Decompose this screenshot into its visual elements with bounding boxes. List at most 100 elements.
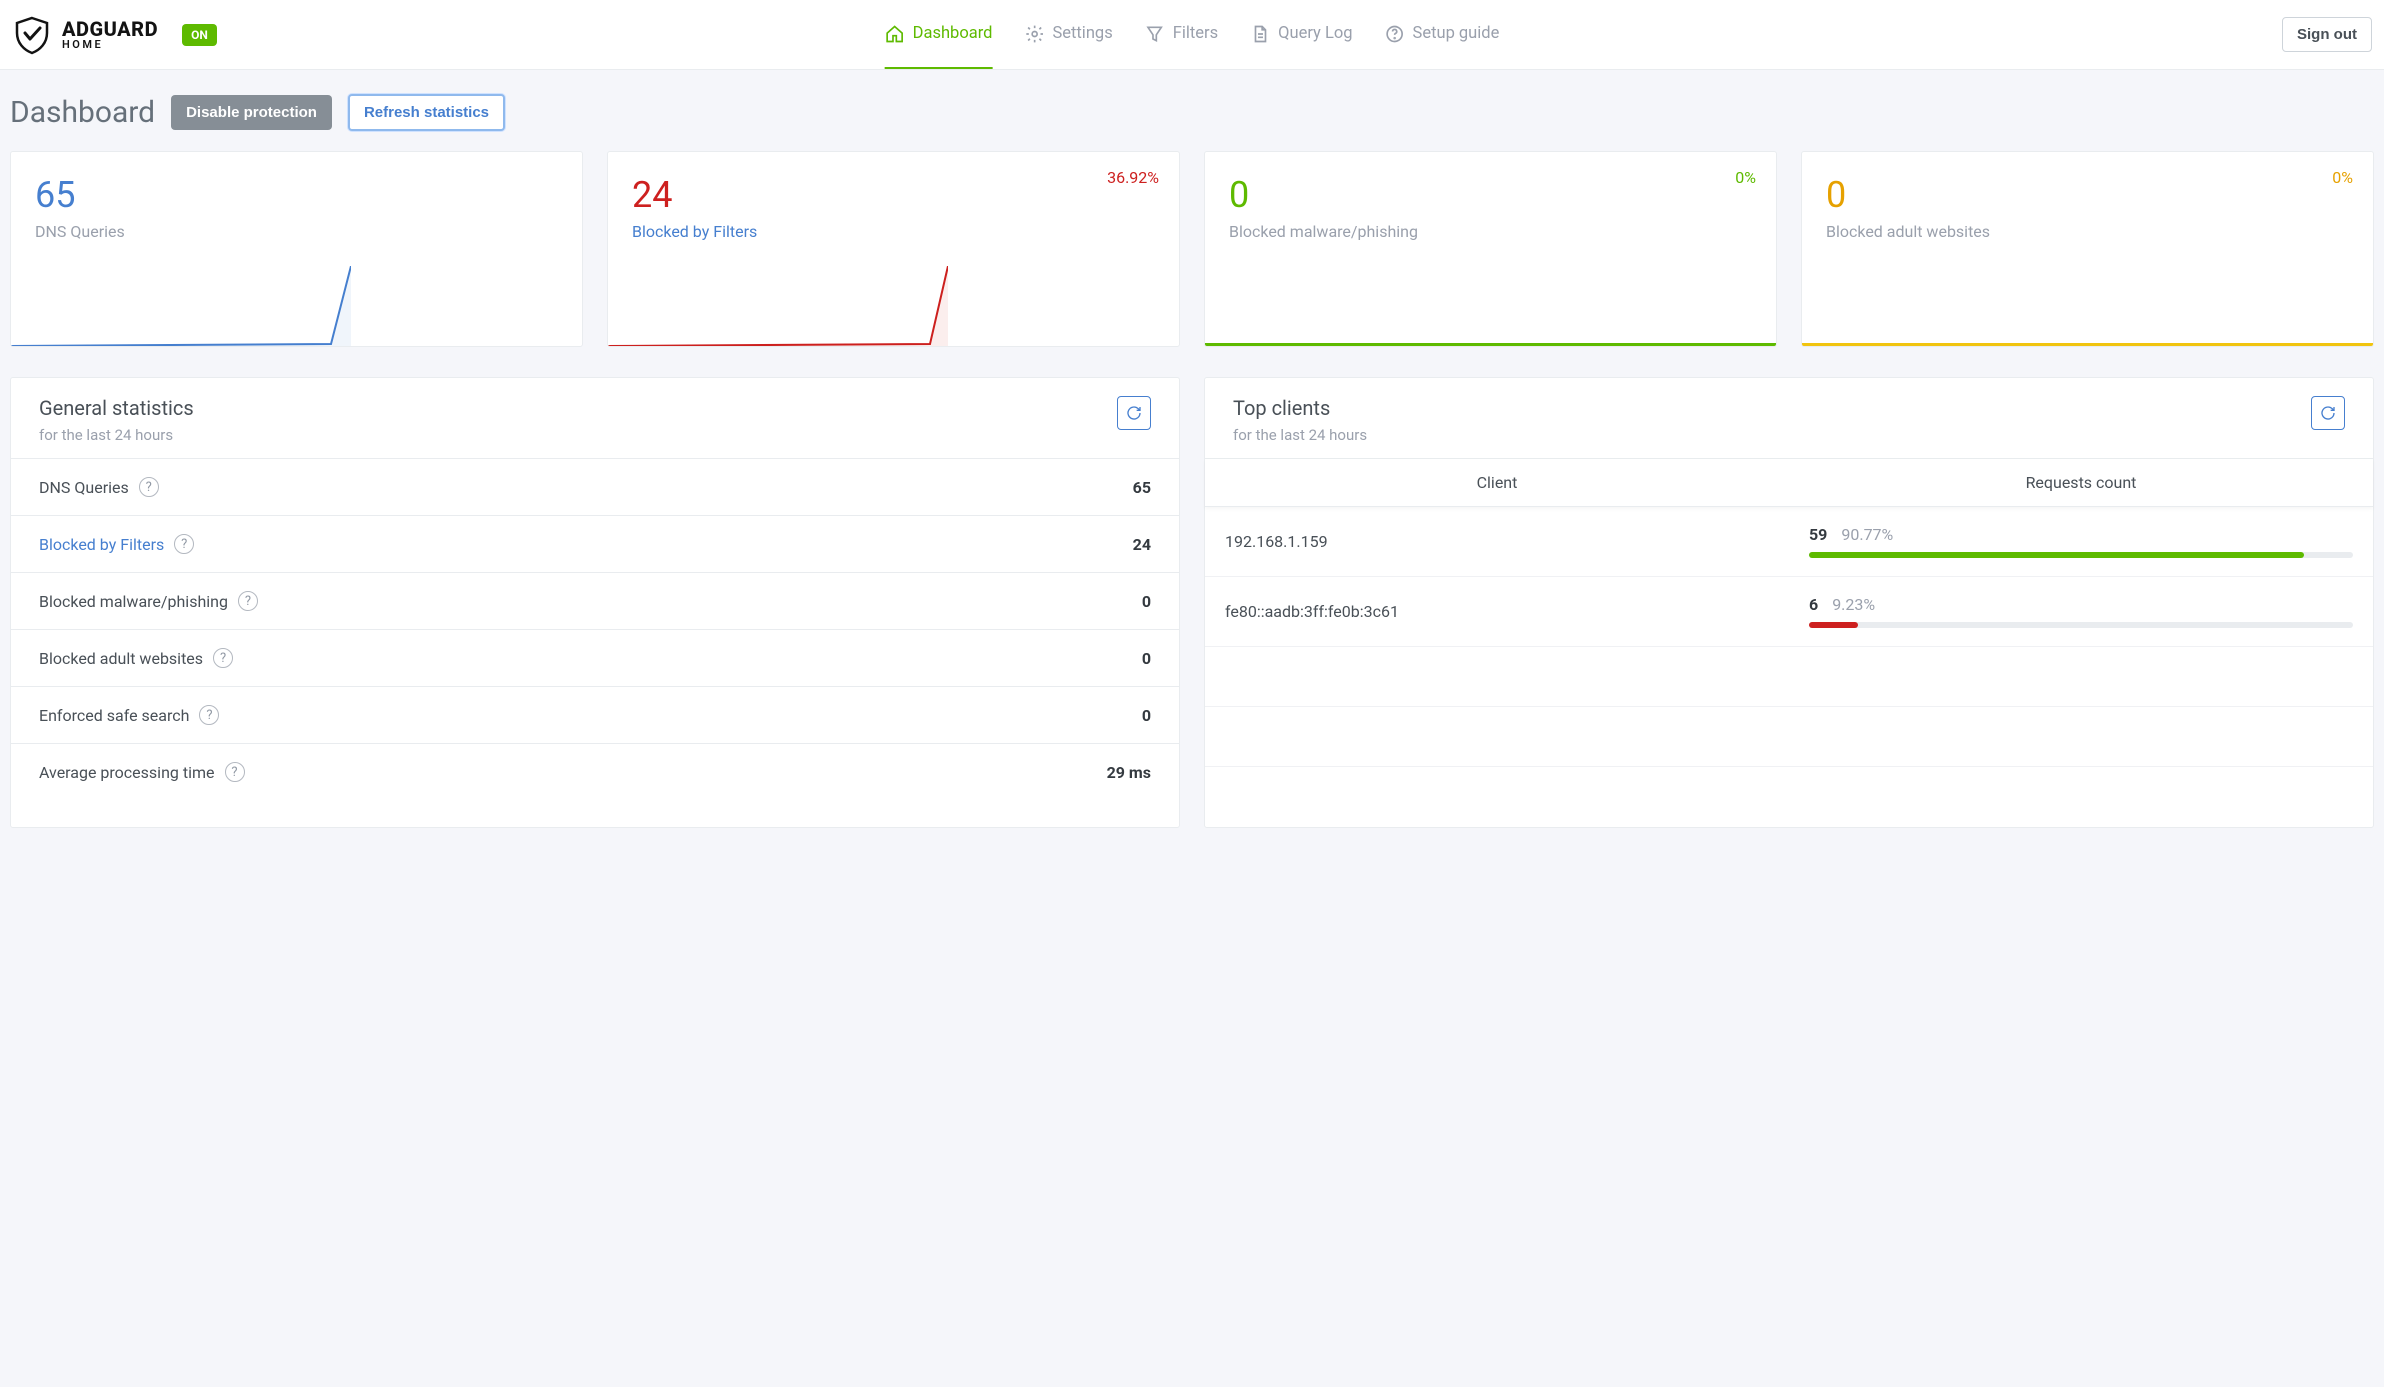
sparkline bbox=[11, 266, 351, 346]
dns-queries-card[interactable]: 65 DNS Queries bbox=[10, 151, 583, 347]
stat-label: Blocked malware/phishing? bbox=[39, 591, 258, 611]
table-header: Client Requests count bbox=[1205, 459, 2373, 507]
header: ADGUARD HOME ON Dashboard Settings Filte… bbox=[0, 0, 2384, 70]
stat-row: DNS Queries? 65 bbox=[11, 459, 1179, 516]
brand-name: ADGUARD bbox=[62, 19, 158, 39]
page-head: Dashboard Disable protection Refresh sta… bbox=[0, 70, 2384, 151]
stat-value: 65 bbox=[1133, 478, 1151, 497]
refresh-statistics-button[interactable]: Refresh statistics bbox=[348, 94, 505, 131]
requests-pct: 90.77% bbox=[1841, 525, 1893, 544]
card-label: Blocked by Filters bbox=[632, 222, 1155, 241]
card-pct: 0% bbox=[1735, 168, 1756, 187]
nav-settings[interactable]: Settings bbox=[1024, 0, 1112, 69]
top-clients-panel: Top clients for the last 24 hours Client… bbox=[1204, 377, 2374, 828]
blocked-filters-card[interactable]: 36.92% 24 Blocked by Filters bbox=[607, 151, 1180, 347]
progress-fill bbox=[1809, 552, 2304, 558]
table-row bbox=[1205, 707, 2373, 767]
shield-icon bbox=[12, 15, 52, 55]
requests-count: 6 bbox=[1809, 595, 1818, 614]
page-title: Dashboard bbox=[10, 95, 155, 130]
stat-row: Average processing time? 29 ms bbox=[11, 744, 1179, 800]
card-value: 24 bbox=[632, 174, 1155, 216]
stat-label: Enforced safe search? bbox=[39, 705, 219, 725]
nav-label: Settings bbox=[1052, 24, 1112, 43]
panel-title: Top clients bbox=[1233, 396, 1367, 420]
help-icon[interactable]: ? bbox=[139, 477, 159, 497]
nav-dashboard[interactable]: Dashboard bbox=[885, 0, 993, 69]
help-icon[interactable]: ? bbox=[174, 534, 194, 554]
stat-row: Blocked adult websites? 0 bbox=[11, 630, 1179, 687]
filter-icon bbox=[1145, 24, 1165, 44]
stat-value: 0 bbox=[1142, 649, 1151, 668]
signout-button[interactable]: Sign out bbox=[2282, 17, 2372, 52]
stat-row: Blocked by Filters? 24 bbox=[11, 516, 1179, 573]
nav-label: Setup guide bbox=[1413, 24, 1500, 43]
stat-cards: 65 DNS Queries 36.92% 24 Blocked by Filt… bbox=[0, 151, 2384, 347]
nav-filters[interactable]: Filters bbox=[1145, 0, 1218, 69]
card-value: 0 bbox=[1826, 174, 2349, 216]
nav-querylog[interactable]: Query Log bbox=[1250, 0, 1352, 69]
panels: General statistics for the last 24 hours… bbox=[0, 347, 2384, 838]
table-row: fe80::aadb:3ff:fe0b:3c61 6 9.23% bbox=[1205, 577, 2373, 647]
client-cell[interactable]: fe80::aadb:3ff:fe0b:3c61 bbox=[1205, 577, 1789, 646]
client-cell[interactable]: 192.168.1.159 bbox=[1205, 507, 1789, 576]
table-row: 192.168.1.159 59 90.77% bbox=[1205, 507, 2373, 577]
card-pct: 36.92% bbox=[1107, 168, 1159, 187]
logo[interactable]: ADGUARD HOME bbox=[12, 15, 158, 55]
stat-value: 0 bbox=[1142, 592, 1151, 611]
requests-cell: 59 90.77% bbox=[1789, 507, 2373, 576]
refresh-icon bbox=[1126, 405, 1142, 421]
stat-value: 29 ms bbox=[1107, 763, 1151, 782]
table-row bbox=[1205, 767, 2373, 827]
panel-subtitle: for the last 24 hours bbox=[39, 426, 194, 444]
card-pct: 0% bbox=[2332, 168, 2353, 187]
card-value: 0 bbox=[1229, 174, 1752, 216]
help-icon[interactable]: ? bbox=[213, 648, 233, 668]
stat-row: Enforced safe search? 0 bbox=[11, 687, 1179, 744]
progress-fill bbox=[1809, 622, 1858, 628]
refresh-panel-button[interactable] bbox=[2311, 396, 2345, 430]
card-label: DNS Queries bbox=[35, 222, 558, 241]
stat-row: Blocked malware/phishing? 0 bbox=[11, 573, 1179, 630]
panel-title: General statistics bbox=[39, 396, 194, 420]
sparkline bbox=[608, 266, 948, 346]
col-requests[interactable]: Requests count bbox=[1789, 459, 2373, 506]
blocked-adult-card[interactable]: 0% 0 Blocked adult websites bbox=[1801, 151, 2374, 347]
card-underline bbox=[1802, 343, 2373, 346]
nav-setupguide[interactable]: Setup guide bbox=[1385, 0, 1500, 69]
stat-label: Average processing time? bbox=[39, 762, 245, 782]
card-underline bbox=[1205, 343, 1776, 346]
nav: Dashboard Settings Filters Query Log Set… bbox=[885, 0, 1500, 69]
stat-value: 24 bbox=[1133, 535, 1151, 554]
refresh-panel-button[interactable] bbox=[1117, 396, 1151, 430]
requests-count: 59 bbox=[1809, 525, 1827, 544]
help-icon[interactable]: ? bbox=[238, 591, 258, 611]
brand-sub: HOME bbox=[62, 39, 158, 50]
progress-bar bbox=[1809, 552, 2353, 558]
blocked-malware-card[interactable]: 0% 0 Blocked malware/phishing bbox=[1204, 151, 1777, 347]
help-icon[interactable]: ? bbox=[225, 762, 245, 782]
disable-protection-button[interactable]: Disable protection bbox=[171, 95, 332, 130]
stat-value: 0 bbox=[1142, 706, 1151, 725]
stat-label[interactable]: Blocked by Filters? bbox=[39, 534, 194, 554]
table-row bbox=[1205, 647, 2373, 707]
col-client[interactable]: Client bbox=[1205, 459, 1789, 506]
card-label: Blocked malware/phishing bbox=[1229, 222, 1752, 241]
card-value: 65 bbox=[35, 174, 558, 216]
help-circle-icon bbox=[1385, 24, 1405, 44]
requests-pct: 9.23% bbox=[1832, 595, 1875, 614]
stat-label: DNS Queries? bbox=[39, 477, 159, 497]
refresh-icon bbox=[2320, 405, 2336, 421]
general-statistics-panel: General statistics for the last 24 hours… bbox=[10, 377, 1180, 828]
stat-label: Blocked adult websites? bbox=[39, 648, 233, 668]
progress-bar bbox=[1809, 622, 2353, 628]
status-badge[interactable]: ON bbox=[182, 24, 217, 46]
nav-label: Filters bbox=[1173, 24, 1218, 43]
gear-icon bbox=[1024, 24, 1044, 44]
requests-cell: 6 9.23% bbox=[1789, 577, 2373, 646]
help-icon[interactable]: ? bbox=[199, 705, 219, 725]
home-icon bbox=[885, 24, 905, 44]
document-icon bbox=[1250, 24, 1270, 44]
card-label: Blocked adult websites bbox=[1826, 222, 2349, 241]
panel-subtitle: for the last 24 hours bbox=[1233, 426, 1367, 444]
